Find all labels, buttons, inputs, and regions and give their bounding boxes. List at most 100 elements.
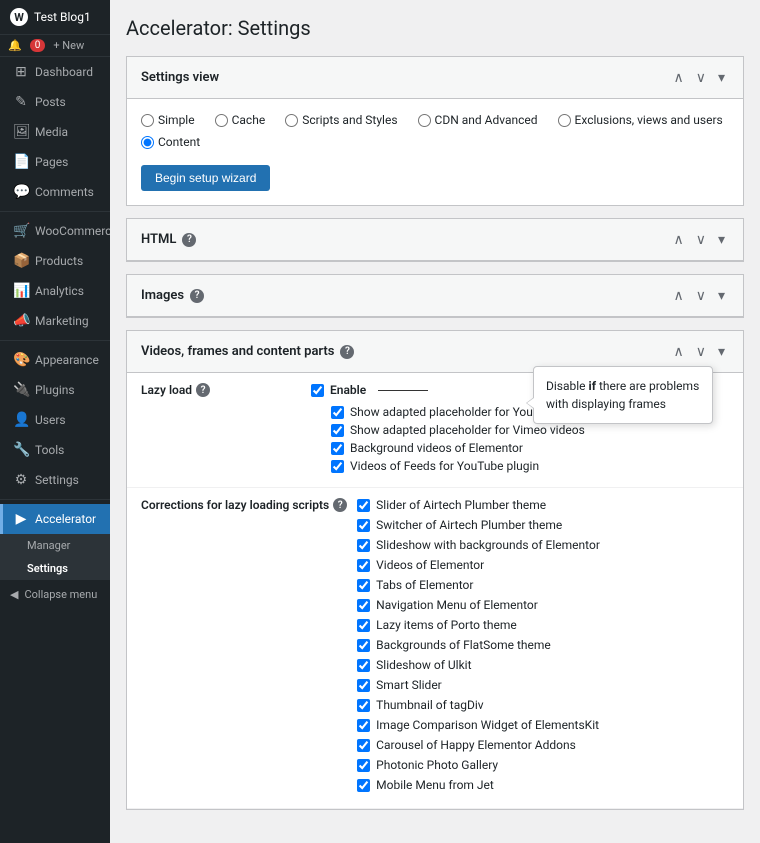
check-elementor-videos-input[interactable] xyxy=(357,559,370,572)
check-happy-carousel-input[interactable] xyxy=(357,739,370,752)
corrections-row: Corrections for lazy loading scripts ? S… xyxy=(127,488,743,809)
sidebar-item-label: WooCommerce xyxy=(35,224,118,238)
images-collapse-toggle[interactable]: ▾ xyxy=(714,285,729,306)
check-flatsome-bg-input[interactable] xyxy=(357,639,370,652)
check-elementor-bg-input[interactable] xyxy=(331,442,344,455)
sidebar-item-appearance[interactable]: 🎨 Appearance xyxy=(0,345,110,375)
option-scripts-styles[interactable]: Scripts and Styles xyxy=(285,113,397,127)
sidebar-item-products[interactable]: 📦 Products xyxy=(0,246,110,276)
settings-view-controls: ∧ ∨ ▾ xyxy=(669,67,729,88)
check-vimeo-input[interactable] xyxy=(331,424,344,437)
check-airtech-slider-input[interactable] xyxy=(357,499,370,512)
label: Navigation Menu of Elementor xyxy=(376,598,538,612)
woocommerce-icon: 🛒 xyxy=(13,223,29,239)
check-elementor-tabs-input[interactable] xyxy=(357,579,370,592)
sidebar-item-label: Posts xyxy=(35,95,66,109)
tooltip-text-part1: Disable xyxy=(546,379,589,393)
lazy-load-info-icon[interactable]: ? xyxy=(196,383,210,397)
option-cache[interactable]: Cache xyxy=(215,113,266,127)
check-elementskit-img-input[interactable] xyxy=(357,719,370,732)
sidebar-item-plugins[interactable]: 🔌 Plugins xyxy=(0,375,110,405)
sidebar-item-label: Plugins xyxy=(35,383,75,397)
sidebar-item-dashboard[interactable]: ⊞ Dashboard xyxy=(0,57,110,87)
videos-collapse-down[interactable]: ∨ xyxy=(692,341,710,362)
check-youtube-input[interactable] xyxy=(331,406,344,419)
check-elementor-slideshow-input[interactable] xyxy=(357,539,370,552)
sidebar-item-analytics[interactable]: 📊 Analytics xyxy=(0,276,110,306)
sidebar-item-pages[interactable]: 📄 Pages xyxy=(0,147,110,177)
images-collapse-down[interactable]: ∨ xyxy=(692,285,710,306)
setup-wizard-button[interactable]: Begin setup wizard xyxy=(141,165,270,191)
new-button[interactable]: + New xyxy=(53,39,84,52)
sidebar-item-label: Dashboard xyxy=(35,65,93,79)
sidebar-submenu-settings[interactable]: Settings xyxy=(0,557,110,580)
option-exclusions[interactable]: Exclusions, views and users xyxy=(558,113,723,127)
label: Photonic Photo Gallery xyxy=(376,758,498,772)
check-airtech-switcher-input[interactable] xyxy=(357,519,370,532)
collapse-down-button[interactable]: ∨ xyxy=(692,67,710,88)
settings-view-title: Settings view xyxy=(141,70,219,85)
check-photonic-gallery-input[interactable] xyxy=(357,759,370,772)
html-collapse-up[interactable]: ∧ xyxy=(669,229,687,250)
check-smart-slider-input[interactable] xyxy=(357,679,370,692)
html-collapse-toggle[interactable]: ▾ xyxy=(714,229,729,250)
sidebar-submenu-manager[interactable]: Manager xyxy=(0,534,110,557)
check-ulkit-slideshow-input[interactable] xyxy=(357,659,370,672)
sidebar-item-woocommerce[interactable]: 🛒 WooCommerce xyxy=(0,216,110,246)
option-content[interactable]: Content xyxy=(141,135,200,149)
sidebar-item-posts[interactable]: ✎ Posts xyxy=(0,87,110,117)
collapse-toggle-button[interactable]: ▾ xyxy=(714,67,729,88)
lazy-load-enable-checkbox[interactable] xyxy=(311,384,324,397)
site-name: Test Blog1 xyxy=(34,10,91,24)
users-icon: 👤 xyxy=(13,412,29,428)
radio-cdn-advanced[interactable] xyxy=(418,114,431,127)
sidebar-item-label: Pages xyxy=(35,155,68,169)
option-cdn-advanced[interactable]: CDN and Advanced xyxy=(418,113,538,127)
radio-cache[interactable] xyxy=(215,114,228,127)
images-title-text: Images xyxy=(141,288,184,303)
lazy-load-label: Lazy load ? xyxy=(141,383,301,397)
check-jet-mobile-input[interactable] xyxy=(357,779,370,792)
sidebar-item-label: Media xyxy=(35,125,68,139)
radio-content[interactable] xyxy=(141,136,154,149)
check-porto-lazy-input[interactable] xyxy=(357,619,370,632)
videos-info-icon[interactable]: ? xyxy=(340,345,354,359)
collapse-menu-button[interactable]: ◀ Collapse menu xyxy=(0,580,110,609)
videos-collapse-up[interactable]: ∧ xyxy=(669,341,687,362)
check-smart-slider: Smart Slider xyxy=(357,678,729,692)
sidebar-item-marketing[interactable]: 📣 Marketing xyxy=(0,306,110,336)
sidebar-item-media[interactable]: 🖼 Media xyxy=(0,117,110,147)
marketing-icon: 📣 xyxy=(13,313,29,329)
sidebar-submenu: Manager Settings xyxy=(0,534,110,580)
corrections-controls: Slider of Airtech Plumber theme Switcher… xyxy=(357,498,729,798)
lazy-load-text: Lazy load xyxy=(141,383,192,397)
check-happy-carousel: Carousel of Happy Elementor Addons xyxy=(357,738,729,752)
sidebar-item-comments[interactable]: 💬 Comments xyxy=(0,177,110,207)
images-collapse-up[interactable]: ∧ xyxy=(669,285,687,306)
label: Slider of Airtech Plumber theme xyxy=(376,498,546,512)
wp-icon: W xyxy=(10,8,28,26)
sidebar-item-tools[interactable]: 🔧 Tools xyxy=(0,435,110,465)
sidebar-item-settings[interactable]: ⚙ Settings xyxy=(0,465,110,495)
sidebar-site-header: W Test Blog1 xyxy=(0,0,110,35)
html-title: HTML ? xyxy=(141,232,196,247)
sidebar-item-accelerator[interactable]: ▶ Accelerator xyxy=(0,504,110,534)
check-elementor-nav-input[interactable] xyxy=(357,599,370,612)
radio-exclusions[interactable] xyxy=(558,114,571,127)
html-title-text: HTML xyxy=(141,232,176,247)
option-simple[interactable]: Simple xyxy=(141,113,195,127)
check-youtube-feeds-input[interactable] xyxy=(331,460,344,473)
radio-simple[interactable] xyxy=(141,114,154,127)
sidebar-item-users[interactable]: 👤 Users xyxy=(0,405,110,435)
sidebar-item-label: Appearance xyxy=(35,353,99,367)
html-collapse-down[interactable]: ∨ xyxy=(692,229,710,250)
collapse-up-button[interactable]: ∧ xyxy=(669,67,687,88)
settings-view-options: Simple Cache Scripts and Styles CDN and … xyxy=(141,113,729,149)
radio-scripts-styles[interactable] xyxy=(285,114,298,127)
corrections-info-icon[interactable]: ? xyxy=(333,498,347,512)
corrections-text: Corrections for lazy loading scripts xyxy=(141,498,329,512)
check-tagdiv-thumb-input[interactable] xyxy=(357,699,370,712)
images-info-icon[interactable]: ? xyxy=(190,289,204,303)
videos-collapse-toggle[interactable]: ▾ xyxy=(714,341,729,362)
html-info-icon[interactable]: ? xyxy=(182,233,196,247)
